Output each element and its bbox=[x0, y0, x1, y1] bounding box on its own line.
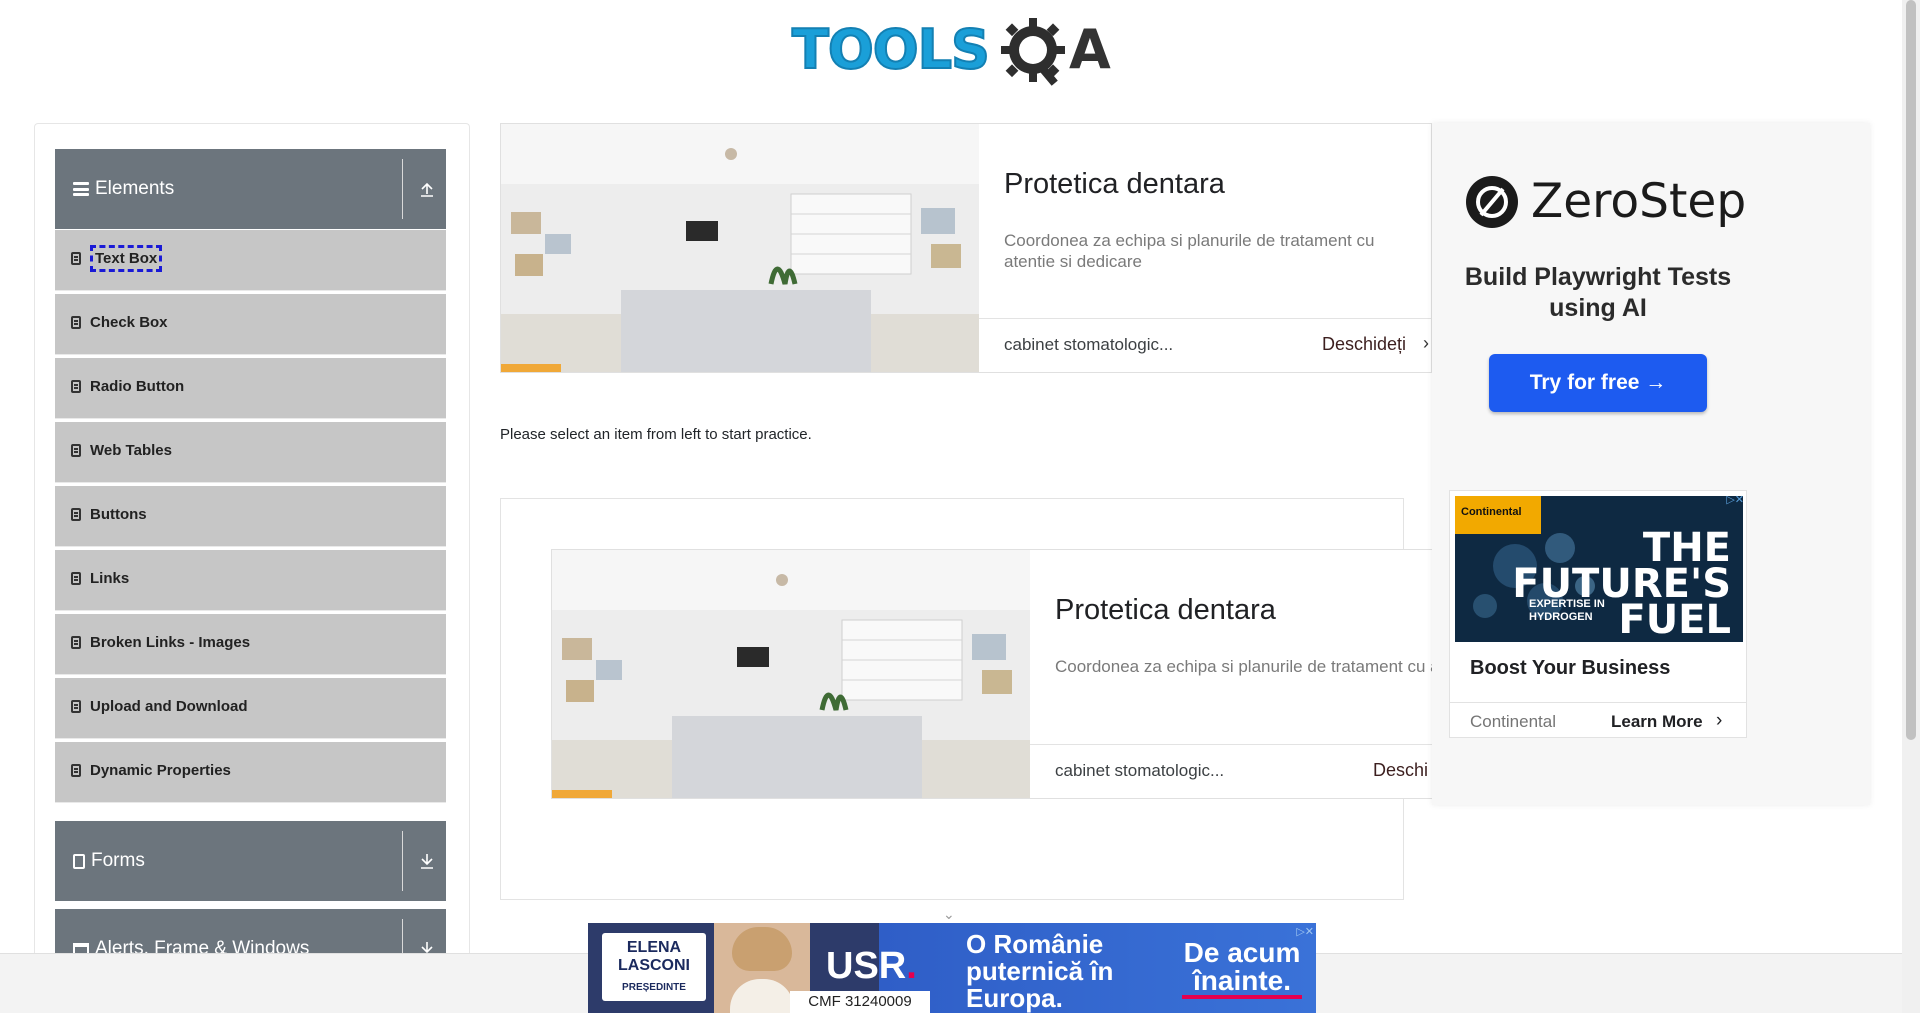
logo-suffix: A bbox=[1069, 18, 1111, 81]
practice-instruction: Please select an item from left to start… bbox=[500, 426, 812, 443]
ad-title: Protetica dentara bbox=[1055, 594, 1276, 626]
chevron-right-icon: › bbox=[1423, 333, 1429, 353]
sidebar-item-links[interactable]: Links bbox=[55, 550, 446, 611]
sidebar-item-label: Check Box bbox=[90, 314, 168, 331]
top-ad-card[interactable]: Protetica dentara Coordonea za echipa si… bbox=[500, 123, 1432, 373]
item-icon bbox=[71, 444, 81, 457]
chevron-right-icon: › bbox=[1716, 710, 1723, 731]
group-header-forms[interactable]: Forms bbox=[55, 821, 446, 901]
group-header-elements[interactable]: Elements bbox=[55, 149, 446, 229]
banner-slogan: O Românie puternică în Europa. bbox=[966, 929, 1114, 1013]
sidebar-item-buttons[interactable]: Buttons bbox=[55, 486, 446, 547]
zerostep-logo-icon bbox=[1466, 175, 1518, 228]
try-for-free-button[interactable]: Try for free → bbox=[1489, 354, 1707, 412]
continental-ad-image: Continental THE FUTURE'S FUEL EXPERTISE … bbox=[1455, 496, 1743, 642]
sidebar-item-text-box[interactable]: Text Box bbox=[55, 230, 446, 291]
toolsqa-logo[interactable]: TOOLS A bbox=[791, 14, 1114, 90]
sidebar-item-dynamic-properties[interactable]: Dynamic Properties bbox=[55, 742, 446, 803]
inner-ad-card[interactable]: Protetica dentara Coordonea za echipa si… bbox=[551, 549, 1432, 799]
continental-sub: EXPERTISE IN HYDROGEN bbox=[1529, 598, 1605, 623]
sidebar-item-radio-button[interactable]: Radio Button bbox=[55, 358, 446, 419]
sidebar-item-label: Radio Button bbox=[90, 378, 185, 395]
learn-more-link[interactable]: Learn More bbox=[1611, 712, 1703, 732]
ad-choices-icon[interactable]: ▷✕ bbox=[1726, 493, 1744, 506]
candidate-name-box: ELENA LASCONI PREȘEDINTE bbox=[602, 933, 706, 1001]
group-label: Forms bbox=[91, 850, 145, 871]
sidebar-item-label: Links bbox=[90, 570, 130, 587]
ad-title: Protetica dentara bbox=[1004, 168, 1225, 200]
ad-open-link[interactable]: Deschideți bbox=[1322, 334, 1406, 355]
form-icon bbox=[73, 853, 85, 869]
expand-arrow-icon[interactable] bbox=[419, 852, 435, 870]
page-scrollbar[interactable] bbox=[1902, 0, 1920, 1013]
item-icon bbox=[71, 764, 81, 777]
item-icon bbox=[71, 700, 81, 713]
sidebar-item-web-tables[interactable]: Web Tables bbox=[55, 422, 446, 483]
sidebar-item-label: Dynamic Properties bbox=[90, 762, 231, 779]
ad-choices-icon[interactable]: ▷✕ bbox=[1296, 925, 1314, 938]
dental-clinic-photo bbox=[552, 550, 1030, 798]
ad-divider bbox=[979, 318, 1431, 319]
item-icon bbox=[71, 572, 81, 585]
logo-text: TOOLS bbox=[791, 18, 991, 81]
header-divider bbox=[402, 159, 403, 219]
bottom-banner-ad[interactable]: ELENA LASCONI PREȘEDINTE USR. CMF 312400… bbox=[588, 923, 1316, 1013]
ad-description: Coordonea za echipa si planurile de trat… bbox=[1055, 657, 1432, 676]
hamburger-icon bbox=[73, 182, 89, 196]
item-icon bbox=[71, 252, 81, 265]
sidebar-item-label: Buttons bbox=[90, 506, 147, 523]
sidebar-item-broken-links[interactable]: Broken Links - Images bbox=[55, 614, 446, 675]
item-icon bbox=[71, 508, 81, 521]
continental-logo: Continental bbox=[1455, 496, 1541, 534]
item-icon bbox=[71, 380, 81, 393]
cmf-code: CMF 31240009 bbox=[790, 991, 930, 1013]
zerostep-name: ZeroStep bbox=[1531, 174, 1747, 229]
sidebar-item-label: Upload and Download bbox=[90, 698, 248, 715]
ad-source: cabinet stomatologic... bbox=[1004, 335, 1174, 354]
item-icon bbox=[71, 636, 81, 649]
zerostep-brand: ZeroStep bbox=[1465, 174, 1746, 229]
item-icon bbox=[71, 316, 81, 329]
continental-footer: Continental Learn More › bbox=[1450, 702, 1746, 737]
zerostep-tagline: Build Playwright Tests using AI bbox=[1464, 263, 1732, 322]
ad-open-link[interactable]: Deschi bbox=[1373, 760, 1428, 781]
ad-source: cabinet stomatologic... bbox=[1055, 761, 1225, 780]
ad-description: Coordonea za echipa si planurile de trat… bbox=[1004, 231, 1375, 271]
sidebar-item-label: Broken Links - Images bbox=[90, 634, 251, 651]
scrollbar-thumb[interactable] bbox=[1906, 0, 1916, 740]
header-divider bbox=[402, 831, 403, 891]
banner-right-text: De acum înainte. bbox=[1182, 939, 1302, 999]
party-logo: USR. bbox=[826, 945, 917, 987]
dental-clinic-photo bbox=[501, 124, 979, 372]
collapse-arrow-icon[interactable] bbox=[419, 180, 435, 198]
sidebar-item-label: Web Tables bbox=[90, 442, 172, 459]
continental-ad[interactable]: Continental THE FUTURE'S FUEL EXPERTISE … bbox=[1449, 490, 1747, 738]
sidebar-item-check-box[interactable]: Check Box bbox=[55, 294, 446, 355]
sidebar-item-label: Text Box bbox=[89, 245, 163, 272]
continental-source: Continental bbox=[1470, 712, 1557, 731]
group-label: Elements bbox=[95, 178, 175, 199]
gear-magnifier-icon bbox=[1001, 18, 1065, 86]
continental-title: Boost Your Business bbox=[1470, 657, 1671, 679]
chevron-down-icon[interactable]: ⌄ bbox=[943, 906, 955, 923]
sidebar-item-upload-download[interactable]: Upload and Download bbox=[55, 678, 446, 739]
ad-divider bbox=[1030, 744, 1432, 745]
